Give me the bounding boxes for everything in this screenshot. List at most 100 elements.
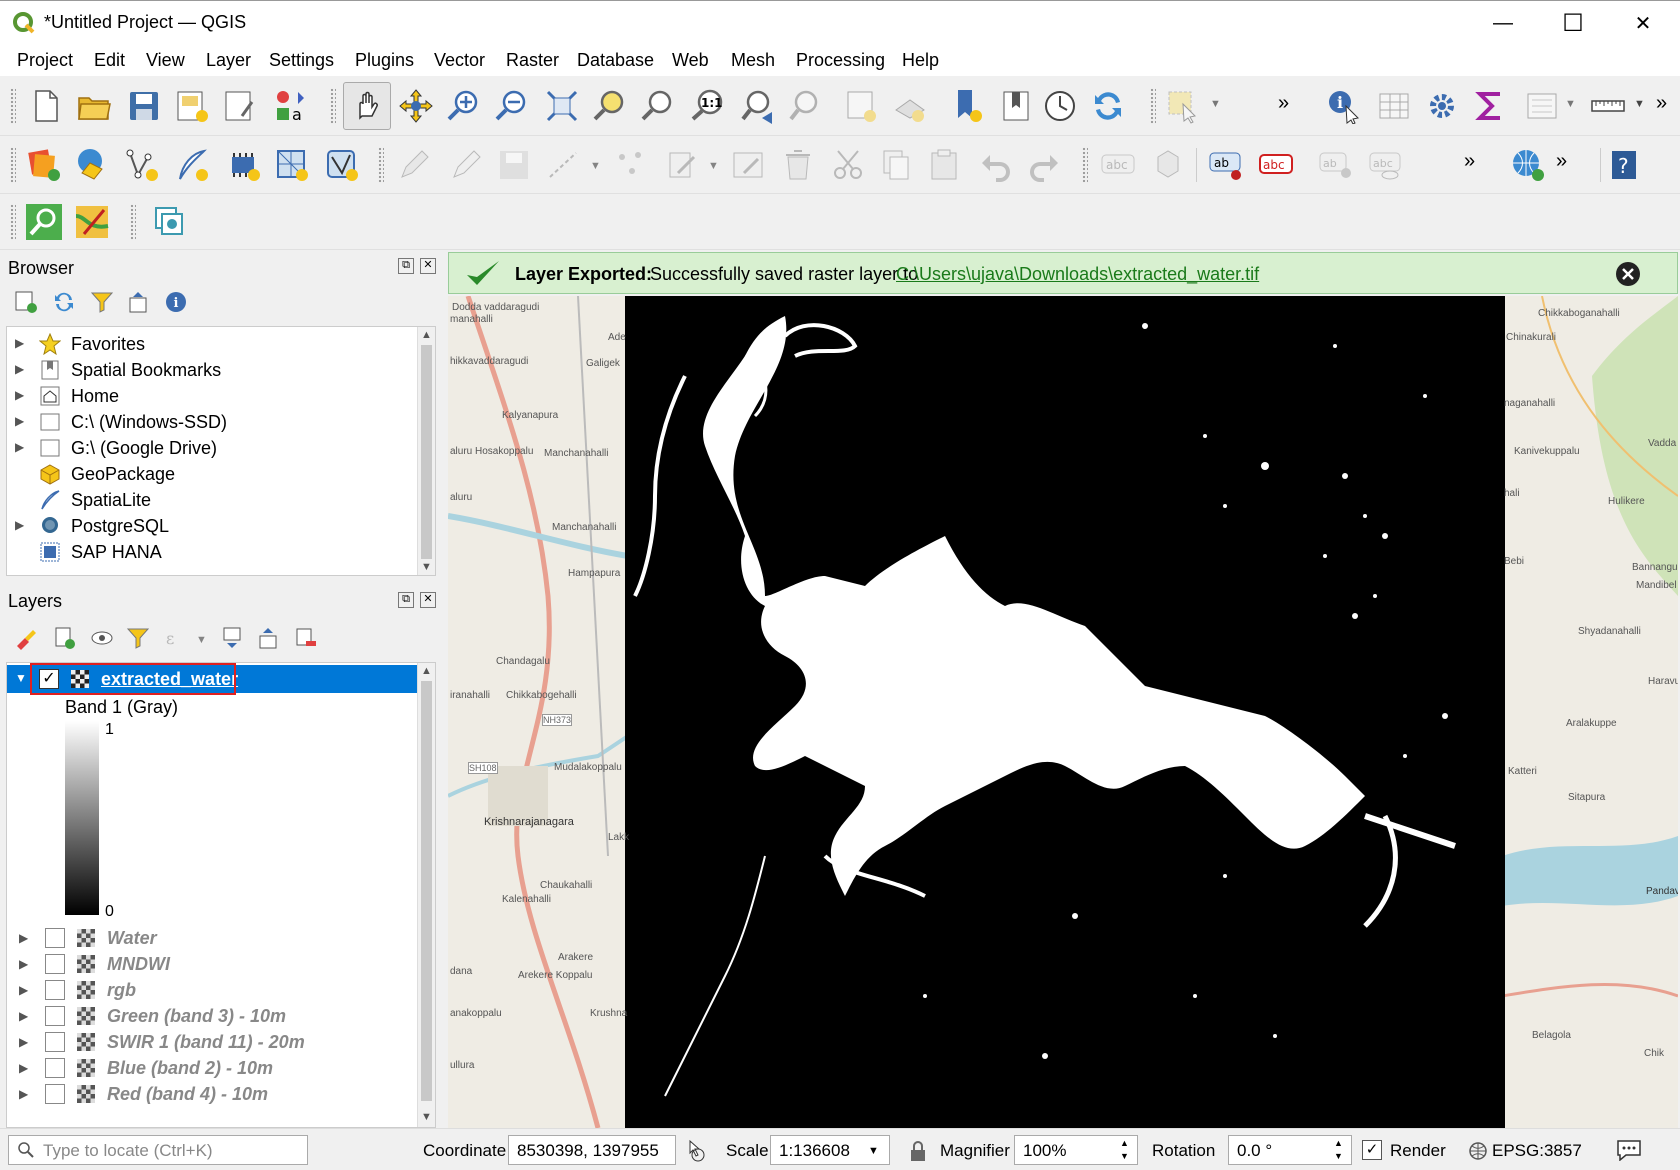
expand-arrow-icon[interactable]: ▶ <box>15 336 24 350</box>
expand-arrow-icon[interactable]: ▶ <box>15 388 24 402</box>
collapse-all-layers-icon[interactable] <box>256 626 280 650</box>
zoom-last-icon[interactable] <box>740 88 776 124</box>
layer-labeling-options-icon[interactable]: ab <box>1208 147 1244 183</box>
pan-to-selection-icon[interactable] <box>398 88 434 124</box>
new-spatialite-layer-icon[interactable] <box>174 147 210 183</box>
expand-all-icon[interactable] <box>220 626 244 650</box>
minimize-button[interactable]: — <box>1468 1 1538 45</box>
zoom-native-resolution-icon[interactable]: 1:1 <box>690 88 726 124</box>
layer-row[interactable]: ▶ rgb <box>7 977 435 1003</box>
toolbar-grip[interactable] <box>10 147 16 183</box>
menu-web[interactable]: Web <box>672 50 709 71</box>
filter-legend-icon[interactable] <box>126 626 150 650</box>
collapse-all-icon[interactable] <box>126 290 150 314</box>
menu-help[interactable]: Help <box>902 50 939 71</box>
menu-project[interactable]: Project <box>17 50 73 71</box>
new-virtual-layer-icon[interactable] <box>226 147 262 183</box>
new-3d-map-view-icon[interactable] <box>892 88 928 124</box>
browser-close-button[interactable]: ✕ <box>420 258 436 274</box>
browser-item-c-drive[interactable]: ▶ C:\ (Windows-SSD) <box>7 409 435 435</box>
expand-arrow-icon[interactable]: ▶ <box>15 414 24 428</box>
exported-file-link[interactable]: C:\Users\ujava\Downloads\extracted_water… <box>896 264 1259 285</box>
lock-scale-icon[interactable] <box>906 1139 930 1163</box>
paste-features-icon[interactable] <box>926 147 962 183</box>
new-map-view-icon[interactable] <box>844 88 880 124</box>
locator-search-icon[interactable] <box>26 204 62 240</box>
identify-features-icon[interactable]: i <box>1326 88 1362 124</box>
layers-float-button[interactable]: ⧉ <box>398 592 414 608</box>
menu-view[interactable]: View <box>146 50 185 71</box>
expand-arrow-icon[interactable]: ▶ <box>15 440 24 454</box>
expand-arrow-icon[interactable]: ▶ <box>19 931 28 945</box>
expand-arrow-icon[interactable]: ▶ <box>19 1035 28 1049</box>
layout-dropdown-icon[interactable]: ▼ <box>1565 98 1576 110</box>
browser-item-g-drive[interactable]: ▶ G:\ (Google Drive) <box>7 435 435 461</box>
layer-visibility-checkbox[interactable] <box>45 1006 65 1026</box>
toggle-extents-mouse-icon[interactable] <box>682 1139 706 1163</box>
new-temporary-scratch-layer-icon[interactable] <box>274 147 310 183</box>
layer-row[interactable]: ▶ Green (band 3) - 10m <box>7 1003 435 1029</box>
expand-arrow-icon[interactable]: ▶ <box>15 518 24 532</box>
current-edits-icon[interactable] <box>396 147 432 183</box>
undo-icon[interactable] <box>978 147 1014 183</box>
zoom-out-icon[interactable] <box>494 88 530 124</box>
layer-diagram-options-icon[interactable]: abc <box>1258 147 1294 183</box>
toolbar-overflow-icon[interactable]: » <box>1278 92 1289 115</box>
redo-icon[interactable] <box>1026 147 1062 183</box>
refresh-browser-icon[interactable] <box>52 290 76 314</box>
coordinate-field[interactable]: 8530398, 1397955 <box>508 1135 676 1165</box>
layer-row[interactable]: ▶ Blue (band 2) - 10m <box>7 1055 435 1081</box>
modify-dropdown-icon[interactable]: ▼ <box>708 160 719 172</box>
filter-by-expression-icon[interactable]: ε <box>164 626 188 650</box>
crs-globe-icon[interactable] <box>1468 1141 1488 1161</box>
layer-row[interactable]: ▶ MNDWI <box>7 951 435 977</box>
digitize-dropdown-icon[interactable]: ▼ <box>590 160 601 172</box>
expression-dropdown-icon[interactable]: ▼ <box>196 634 207 646</box>
statistical-summary-icon[interactable] <box>1472 88 1508 124</box>
layer-row[interactable]: ▶ Red (band 4) - 10m <box>7 1081 435 1107</box>
delete-selected-icon[interactable] <box>780 147 816 183</box>
style-manager-icon[interactable]: a <box>272 88 308 124</box>
new-spatial-bookmark-icon[interactable] <box>950 88 986 124</box>
panel-splitter[interactable] <box>440 250 448 1128</box>
layer-visibility-checkbox[interactable] <box>45 980 65 1000</box>
menu-database[interactable]: Database <box>577 50 654 71</box>
pan-hand-icon[interactable] <box>350 88 386 124</box>
plugin-layers-icon[interactable] <box>152 204 188 240</box>
browser-item-home[interactable]: ▶ Home <box>7 383 435 409</box>
new-geopackage-layer-icon[interactable] <box>74 147 110 183</box>
scale-dropdown-icon[interactable]: ▼ <box>868 1145 879 1157</box>
menu-settings[interactable]: Settings <box>269 50 334 71</box>
spin-arrows-icon[interactable]: ▲ ▼ <box>1334 1137 1343 1163</box>
vertex-tool-icon[interactable] <box>614 147 650 183</box>
new-shapefile-layer-icon[interactable] <box>124 147 160 183</box>
browser-scrollbar[interactable]: ▲ ▼ <box>417 327 435 575</box>
show-layout-icon[interactable] <box>1524 88 1560 124</box>
add-group-icon[interactable] <box>52 626 76 650</box>
diagram-options-icon[interactable] <box>1150 147 1186 183</box>
maximize-button[interactable]: ☐ <box>1538 1 1608 45</box>
online-resources-icon[interactable] <box>1510 147 1546 183</box>
expand-arrow-icon[interactable]: ▶ <box>19 1087 28 1101</box>
layers-scrollbar[interactable]: ▲ ▼ <box>417 663 435 1127</box>
browser-item-postgresql[interactable]: ▶ PostgreSQL <box>7 513 435 539</box>
temporal-controller-icon[interactable] <box>1042 88 1078 124</box>
layer-visibility-checkbox[interactable] <box>45 954 65 974</box>
toolbar-overflow-icon[interactable]: » <box>1656 92 1667 115</box>
toolbar-grip[interactable] <box>10 88 16 124</box>
help-contents-icon[interactable]: ? <box>1606 147 1642 183</box>
close-message-icon[interactable] <box>1615 261 1641 287</box>
collapse-arrow-icon[interactable]: ▼ <box>15 671 27 685</box>
copy-features-icon[interactable] <box>878 147 914 183</box>
browser-item-geopackage[interactable]: GeoPackage <box>7 461 435 487</box>
select-dropdown-icon[interactable]: ▼ <box>1210 98 1221 110</box>
layer-visibility-checkbox[interactable] <box>45 1032 65 1052</box>
pin-labels-icon[interactable]: ab <box>1318 147 1354 183</box>
layer-visibility-checkbox[interactable] <box>45 1084 65 1104</box>
data-source-manager-icon[interactable] <box>26 147 62 183</box>
browser-float-button[interactable]: ⧉ <box>398 258 414 274</box>
zoom-in-icon[interactable] <box>446 88 482 124</box>
map-canvas[interactable]: Dodda vaddaragudi manahalli hikkavaddara… <box>448 296 1678 1128</box>
menu-mesh[interactable]: Mesh <box>731 50 775 71</box>
digitize-line-icon[interactable] <box>546 147 582 183</box>
